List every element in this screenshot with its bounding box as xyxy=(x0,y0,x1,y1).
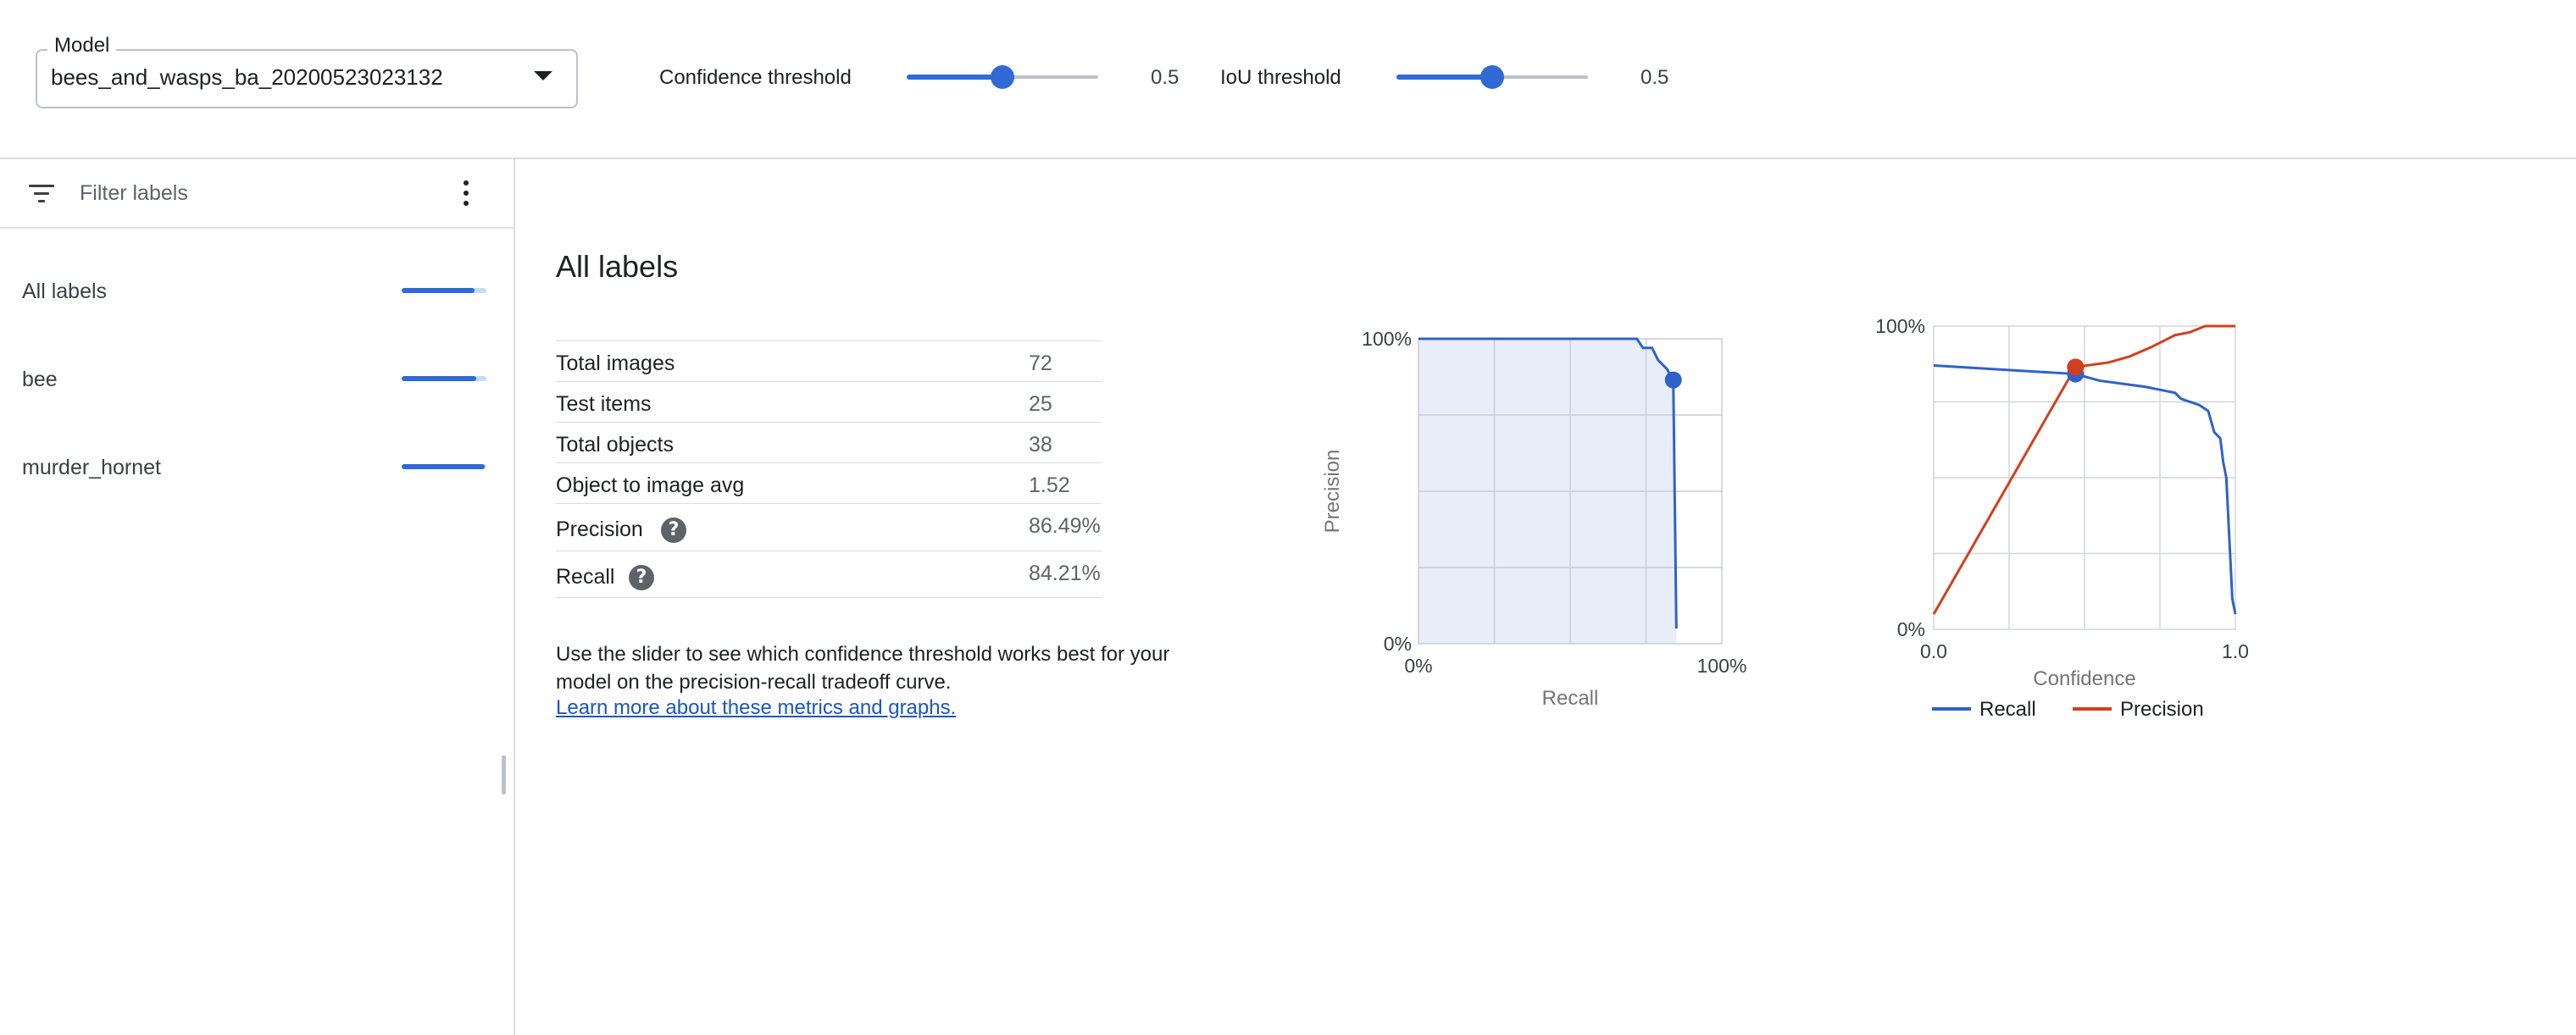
y-tick-label: 100% xyxy=(1362,328,1412,350)
slider-hint-text: Use the slider to see which confidence t… xyxy=(556,643,1170,694)
stat-value: 38 xyxy=(1029,433,1052,457)
slider-fill xyxy=(907,75,1002,80)
stat-row-total-objects: Total objects 38 xyxy=(556,422,1102,462)
iou-threshold-value: 0.5 xyxy=(1641,66,1669,89)
label-item-bee[interactable]: bee xyxy=(0,346,514,413)
stat-name: Total images xyxy=(556,351,675,375)
model-select-value[interactable]: bees_and_wasps_ba_20200523023132 xyxy=(51,64,443,91)
x-axis-label: Recall xyxy=(1542,687,1599,710)
slider-fill xyxy=(1396,75,1492,80)
stat-row-test-items: Test items 25 xyxy=(556,381,1102,422)
stat-row-recall: Recall ? 84.21% xyxy=(556,551,1102,598)
label-item-name: bee xyxy=(22,368,58,391)
precision-recall-chart: 100% 0%0% 100% Recall Precision xyxy=(1321,328,1747,710)
label-item-name: All labels xyxy=(22,280,108,303)
stat-row-object-to-image-avg: Object to image avg 1.52 xyxy=(556,462,1102,503)
stat-name: Total objects xyxy=(556,433,674,457)
x-axis-label: Confidence xyxy=(2033,667,2135,690)
help-icon[interactable]: ? xyxy=(661,518,686,543)
stat-value: 86.49% xyxy=(1029,514,1101,538)
label-score-fill xyxy=(402,288,475,293)
y-tick-label: 100% xyxy=(1875,315,1925,337)
y-tick-label: 0% xyxy=(1384,633,1412,655)
filter-icon[interactable] xyxy=(29,185,54,203)
stat-value: 84.21% xyxy=(1029,562,1101,585)
label-score-fill xyxy=(402,464,485,469)
iou-threshold-label: IoU threshold xyxy=(1220,66,1341,89)
confidence-chart: 100% 0%0.0 1.0 Confidence Recall Precision xyxy=(1875,315,2249,721)
confidence-threshold-label: Confidence threshold xyxy=(659,66,852,89)
y-tick-label: 0% xyxy=(1897,618,1925,640)
filter-bar xyxy=(0,159,514,229)
confidence-threshold-slider[interactable] xyxy=(907,65,1098,89)
slider-thumb[interactable] xyxy=(1480,65,1504,89)
slider-thumb[interactable] xyxy=(991,65,1014,89)
filter-labels-input[interactable] xyxy=(80,180,419,207)
confidence-threshold-value: 0.5 xyxy=(1151,66,1180,89)
learn-more-link[interactable]: Learn more about these metrics and graph… xyxy=(556,696,956,720)
stat-row-total-images: Total images 72 xyxy=(556,340,1102,381)
x-tick-label: 0.0 xyxy=(1920,640,1947,662)
model-select-label: Model xyxy=(47,34,117,58)
stats-table: Total images 72 Test items 25 Total obje… xyxy=(556,340,1102,598)
legend-label-recall: Recall xyxy=(1979,698,2036,721)
pr-threshold-marker xyxy=(1664,371,1682,389)
stat-row-precision: Precision ? 86.49% xyxy=(556,503,1102,551)
stat-value: 72 xyxy=(1029,351,1052,375)
x-tick-label: 0% xyxy=(1404,655,1432,677)
labels-sidebar: All labels bee murder_hornet xyxy=(0,159,515,1035)
chevron-down-icon[interactable] xyxy=(534,71,552,80)
sidebar-resize-handle[interactable] xyxy=(502,755,506,794)
legend-label-precision: Precision xyxy=(2120,698,2204,721)
y-axis-label: Precision xyxy=(1321,450,1344,534)
iou-threshold-slider[interactable] xyxy=(1396,65,1588,89)
stat-name: Object to image avg xyxy=(556,473,745,497)
x-tick-label: 1.0 xyxy=(2222,640,2249,662)
precision-threshold-marker xyxy=(2067,358,2085,376)
label-item-name: murder_hornet xyxy=(22,456,161,479)
stat-value: 1.52 xyxy=(1029,473,1070,497)
label-score-bar xyxy=(402,288,486,293)
stat-value: 25 xyxy=(1029,392,1052,416)
label-score-fill xyxy=(402,376,476,381)
label-score-bar xyxy=(402,376,486,381)
stat-name: Test items xyxy=(556,392,652,416)
help-icon[interactable]: ? xyxy=(629,565,654,590)
stat-name: Recall xyxy=(556,565,615,589)
label-item-murder-hornet[interactable]: murder_hornet xyxy=(0,434,514,501)
stat-name: Precision xyxy=(556,518,643,541)
x-tick-label: 100% xyxy=(1697,655,1747,677)
top-bar: Model bees_and_wasps_ba_20200523023132 C… xyxy=(0,0,2576,159)
label-score-bar xyxy=(402,464,486,469)
label-item-all-labels[interactable]: All labels xyxy=(0,257,514,325)
more-vert-icon[interactable] xyxy=(458,180,475,207)
page-title: All labels xyxy=(556,249,679,284)
